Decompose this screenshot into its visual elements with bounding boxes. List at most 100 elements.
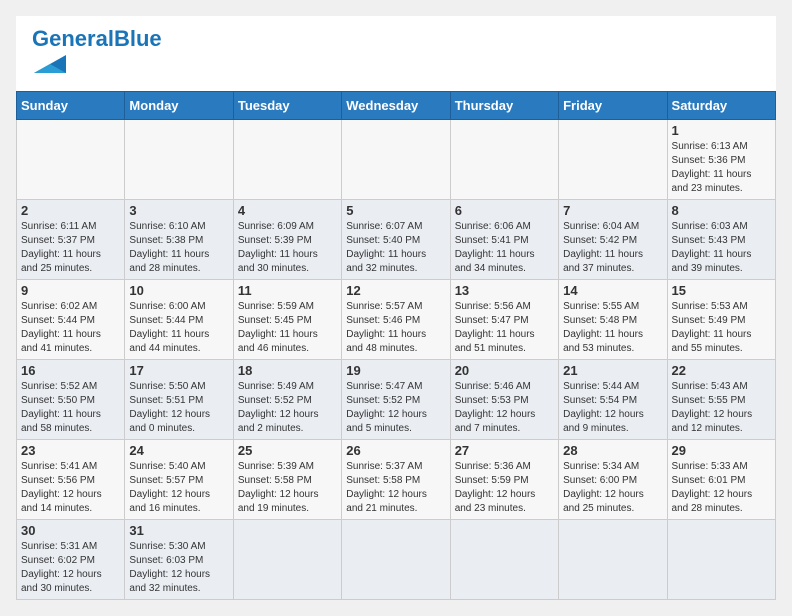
- calendar-cell: [125, 120, 233, 200]
- logo-blue: Blue: [114, 26, 162, 51]
- logo-text: GeneralBlue: [32, 28, 162, 50]
- calendar-cell: 27 Sunrise: 5:36 AM Sunset: 5:59 PM Dayli…: [450, 440, 558, 520]
- calendar-cell: 4 Sunrise: 6:09 AM Sunset: 5:39 PM Daylig…: [233, 200, 341, 280]
- day-info: Sunrise: 6:06 AM Sunset: 5:41 PM Dayligh…: [455, 220, 554, 276]
- day-info: Sunrise: 5:33 AM Sunset: 6:01 PM Dayligh…: [672, 460, 771, 516]
- calendar-cell: 21 Sunrise: 5:44 AM Sunset: 5:54 PM Dayli…: [559, 360, 667, 440]
- day-info: Sunrise: 5:44 AM Sunset: 5:54 PM Dayligh…: [563, 380, 662, 436]
- day-number: 23: [21, 443, 120, 458]
- logo-icon: [34, 50, 66, 78]
- calendar-body: 1 Sunrise: 6:13 AM Sunset: 5:36 PM Daylig…: [17, 120, 776, 600]
- day-number: 29: [672, 443, 771, 458]
- day-info: Sunrise: 6:03 AM Sunset: 5:43 PM Dayligh…: [672, 220, 771, 276]
- day-number: 27: [455, 443, 554, 458]
- calendar-cell: [667, 520, 775, 600]
- day-info: Sunrise: 5:50 AM Sunset: 5:51 PM Dayligh…: [129, 380, 228, 436]
- day-info: Sunrise: 5:30 AM Sunset: 6:03 PM Dayligh…: [129, 540, 228, 596]
- day-info: Sunrise: 6:02 AM Sunset: 5:44 PM Dayligh…: [21, 300, 120, 356]
- day-info: Sunrise: 6:13 AM Sunset: 5:36 PM Dayligh…: [672, 140, 771, 196]
- col-friday: Friday: [559, 92, 667, 120]
- day-number: 19: [346, 363, 445, 378]
- calendar-cell: 7 Sunrise: 6:04 AM Sunset: 5:42 PM Daylig…: [559, 200, 667, 280]
- day-number: 12: [346, 283, 445, 298]
- day-info: Sunrise: 5:43 AM Sunset: 5:55 PM Dayligh…: [672, 380, 771, 436]
- day-info: Sunrise: 6:07 AM Sunset: 5:40 PM Dayligh…: [346, 220, 445, 276]
- day-info: Sunrise: 5:40 AM Sunset: 5:57 PM Dayligh…: [129, 460, 228, 516]
- calendar-cell: 18Sunrise: 5:49 AM Sunset: 5:52 PM Dayli…: [233, 360, 341, 440]
- day-info: Sunrise: 6:04 AM Sunset: 5:42 PM Dayligh…: [563, 220, 662, 276]
- day-info: Sunrise: 6:09 AM Sunset: 5:39 PM Dayligh…: [238, 220, 337, 276]
- calendar-cell: [342, 120, 450, 200]
- calendar-cell: 9 Sunrise: 6:02 AM Sunset: 5:44 PM Daylig…: [17, 280, 125, 360]
- day-number: 4: [238, 203, 337, 218]
- day-info: Sunrise: 5:47 AM Sunset: 5:52 PM Dayligh…: [346, 380, 445, 436]
- day-number: 13: [455, 283, 554, 298]
- day-info: Sunrise: 5:36 AM Sunset: 5:59 PM Dayligh…: [455, 460, 554, 516]
- day-number: 31: [129, 523, 228, 538]
- logo: GeneralBlue: [32, 28, 162, 83]
- calendar-container: GeneralBlue Sunday Monday Tuesday Wednes…: [16, 16, 776, 600]
- col-wednesday: Wednesday: [342, 92, 450, 120]
- calendar-cell: 23 Sunrise: 5:41 AM Sunset: 5:56 PM Dayli…: [17, 440, 125, 520]
- day-info: Sunrise: 6:10 AM Sunset: 5:38 PM Dayligh…: [129, 220, 228, 276]
- calendar-cell: 5 Sunrise: 6:07 AM Sunset: 5:40 PM Daylig…: [342, 200, 450, 280]
- day-number: 25: [238, 443, 337, 458]
- day-number: 8: [672, 203, 771, 218]
- calendar-cell: 15Sunrise: 5:53 AM Sunset: 5:49 PM Dayli…: [667, 280, 775, 360]
- day-number: 5: [346, 203, 445, 218]
- day-number: 20: [455, 363, 554, 378]
- calendar-cell: [17, 120, 125, 200]
- col-tuesday: Tuesday: [233, 92, 341, 120]
- calendar-cell: 29 Sunrise: 5:33 AM Sunset: 6:01 PM Dayli…: [667, 440, 775, 520]
- calendar-cell: 30Sunrise: 5:31 AM Sunset: 6:02 PM Dayli…: [17, 520, 125, 600]
- calendar-cell: 6 Sunrise: 6:06 AM Sunset: 5:41 PM Daylig…: [450, 200, 558, 280]
- day-number: 1: [672, 123, 771, 138]
- calendar-cell: 16Sunrise: 5:52 AM Sunset: 5:50 PM Dayli…: [17, 360, 125, 440]
- calendar-row: 1 Sunrise: 6:13 AM Sunset: 5:36 PM Daylig…: [17, 120, 776, 200]
- day-info: Sunrise: 5:59 AM Sunset: 5:45 PM Dayligh…: [238, 300, 337, 356]
- day-info: Sunrise: 5:49 AM Sunset: 5:52 PM Dayligh…: [238, 380, 337, 436]
- calendar-row: 9 Sunrise: 6:02 AM Sunset: 5:44 PM Daylig…: [17, 280, 776, 360]
- day-number: 30: [21, 523, 120, 538]
- day-number: 10: [129, 283, 228, 298]
- calendar-cell: 19 Sunrise: 5:47 AM Sunset: 5:52 PM Dayli…: [342, 360, 450, 440]
- logo-general: General: [32, 26, 114, 51]
- calendar-header: Sunday Monday Tuesday Wednesday Thursday…: [17, 92, 776, 120]
- day-number: 21: [563, 363, 662, 378]
- day-info: Sunrise: 5:34 AM Sunset: 6:00 PM Dayligh…: [563, 460, 662, 516]
- day-number: 11: [238, 283, 337, 298]
- day-info: Sunrise: 5:52 AM Sunset: 5:50 PM Dayligh…: [21, 380, 120, 436]
- day-number: 22: [672, 363, 771, 378]
- col-saturday: Saturday: [667, 92, 775, 120]
- day-number: 14: [563, 283, 662, 298]
- calendar-cell: 17 Sunrise: 5:50 AM Sunset: 5:51 PM Dayli…: [125, 360, 233, 440]
- day-number: 26: [346, 443, 445, 458]
- calendar-cell: 14 Sunrise: 5:55 AM Sunset: 5:48 PM Dayli…: [559, 280, 667, 360]
- day-info: Sunrise: 6:11 AM Sunset: 5:37 PM Dayligh…: [21, 220, 120, 276]
- calendar-cell: 3 Sunrise: 6:10 AM Sunset: 5:38 PM Daylig…: [125, 200, 233, 280]
- day-info: Sunrise: 5:41 AM Sunset: 5:56 PM Dayligh…: [21, 460, 120, 516]
- day-number: 7: [563, 203, 662, 218]
- day-number: 17: [129, 363, 228, 378]
- calendar-cell: 8 Sunrise: 6:03 AM Sunset: 5:43 PM Daylig…: [667, 200, 775, 280]
- calendar-cell: [342, 520, 450, 600]
- day-number: 6: [455, 203, 554, 218]
- day-info: Sunrise: 5:56 AM Sunset: 5:47 PM Dayligh…: [455, 300, 554, 356]
- calendar-cell: [233, 120, 341, 200]
- calendar-cell: 10 Sunrise: 6:00 AM Sunset: 5:44 PM Dayli…: [125, 280, 233, 360]
- day-info: Sunrise: 5:55 AM Sunset: 5:48 PM Dayligh…: [563, 300, 662, 356]
- day-info: Sunrise: 5:39 AM Sunset: 5:58 PM Dayligh…: [238, 460, 337, 516]
- day-info: Sunrise: 5:57 AM Sunset: 5:46 PM Dayligh…: [346, 300, 445, 356]
- calendar-row: 16Sunrise: 5:52 AM Sunset: 5:50 PM Dayli…: [17, 360, 776, 440]
- day-info: Sunrise: 6:00 AM Sunset: 5:44 PM Dayligh…: [129, 300, 228, 356]
- calendar-cell: 24 Sunrise: 5:40 AM Sunset: 5:57 PM Dayli…: [125, 440, 233, 520]
- calendar-cell: 11 Sunrise: 5:59 AM Sunset: 5:45 PM Dayli…: [233, 280, 341, 360]
- day-number: 28: [563, 443, 662, 458]
- day-number: 9: [21, 283, 120, 298]
- calendar-row: 2Sunrise: 6:11 AM Sunset: 5:37 PM Daylig…: [17, 200, 776, 280]
- calendar-cell: 28 Sunrise: 5:34 AM Sunset: 6:00 PM Dayli…: [559, 440, 667, 520]
- day-number: 3: [129, 203, 228, 218]
- day-number: 24: [129, 443, 228, 458]
- calendar-cell: 2Sunrise: 6:11 AM Sunset: 5:37 PM Daylig…: [17, 200, 125, 280]
- calendar-cell: 12 Sunrise: 5:57 AM Sunset: 5:46 PM Dayli…: [342, 280, 450, 360]
